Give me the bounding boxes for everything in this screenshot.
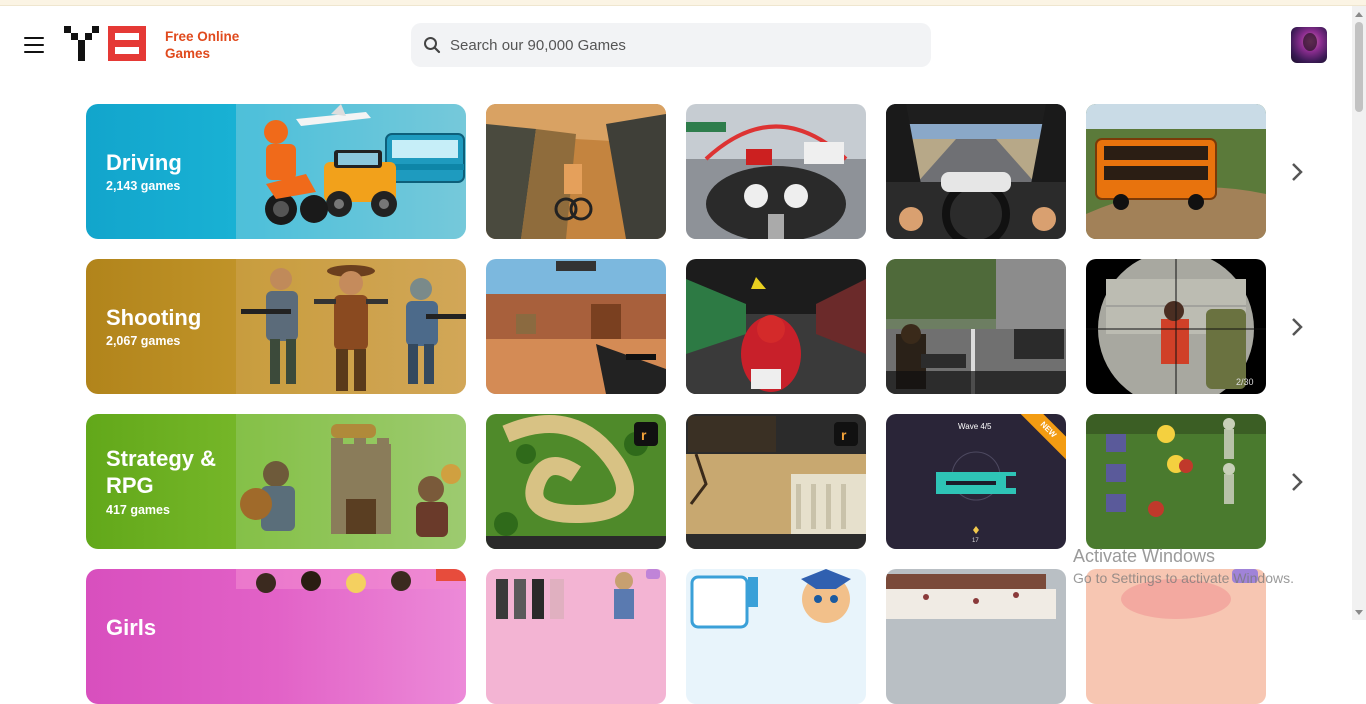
category-row-driving: Driving 2,143 games [86,104,1316,239]
category-card-driving[interactable]: Driving 2,143 games [86,104,466,239]
scroll-down-icon[interactable] [1355,610,1363,615]
game-thumbnail-bike-canyon[interactable] [486,104,666,239]
category-title: Driving [106,150,182,175]
brand-line-2: Games [165,46,211,61]
game-thumbnail-wardrobe[interactable] [486,569,666,704]
search-input[interactable] [450,23,920,67]
watermark-title: Activate Windows [1073,546,1216,566]
game-thumbnail-car-cockpit[interactable] [886,104,1066,239]
driving-category-illustration [236,104,466,239]
game-thumbnail-bus-offroad[interactable] [1086,104,1266,239]
wave-counter: Wave 4/5 [958,422,992,431]
game-thumbnail-fps-arena[interactable] [486,259,666,394]
site-logo[interactable] [64,26,148,62]
game-thumbnail-anime-dressup[interactable] [686,569,866,704]
strategy-category-illustration [236,414,466,549]
game-thumbnail-moto-highway[interactable] [686,104,866,239]
watermark-subtitle: Go to Settings to activate Windows. [1073,570,1294,586]
category-row-girls: Girls [86,569,1316,704]
category-count: 417 games [106,503,170,517]
game-thumbnail-moto-shooter[interactable] [686,259,866,394]
next-arrow-icon[interactable] [1287,160,1307,184]
svg-text:17: 17 [972,538,979,544]
search-icon [424,37,441,54]
category-count: 2,143 games [106,179,181,193]
category-title: Girls [106,615,157,640]
windows-activation-watermark: Activate Windows Go to Settings to activ… [1073,546,1294,586]
game-thumbnail-tower-defense[interactable]: r [486,414,666,549]
menu-icon[interactable] [24,37,44,53]
girls-category-illustration [236,569,466,593]
category-card-strategy[interactable]: Strategy & RPG 417 games [86,414,466,549]
category-count: 2,067 games [106,334,181,348]
game-thumbnail-plants-zombies[interactable] [1086,414,1266,549]
game-thumbnail-sniper-scope[interactable]: 2/30 [1086,259,1266,394]
game-thumbnail-wave-puzzle[interactable]: Wave 4/5 17 NEW [886,414,1066,549]
svg-text:r: r [641,427,647,443]
next-arrow-icon[interactable] [1287,315,1307,339]
category-card-girls[interactable]: Girls [86,569,466,704]
ammo-counter: 2/30 [1236,377,1254,387]
brand-line-1: Free Online [165,29,240,44]
search-bar[interactable] [411,23,931,67]
page-scrollbar[interactable] [1352,6,1366,620]
site-header: Free Online Games [0,6,1352,86]
game-thumbnail-cake-baking[interactable] [886,569,1066,704]
category-card-shooting[interactable]: Shooting 2,067 games [86,259,466,394]
shooting-category-illustration [236,259,466,394]
scroll-up-icon[interactable] [1355,12,1363,17]
game-thumbnail-city-shooter[interactable] [886,259,1066,394]
game-thumbnail-age-war[interactable]: r [686,414,866,549]
svg-text:r: r [841,427,847,443]
category-title: Shooting [106,305,202,330]
category-row-shooting: Shooting 2,067 games 2/30 [86,259,1316,394]
game-thumbnail-lips-makeover[interactable] [1086,569,1266,704]
category-row-strategy: Strategy & RPG 417 games r r Wave 4/5 17… [86,414,1316,549]
user-avatar[interactable] [1291,27,1327,63]
brand-name[interactable]: Free Online Games [165,28,239,62]
scroll-thumb[interactable] [1355,22,1363,112]
next-arrow-icon[interactable] [1287,470,1307,494]
category-title: Strategy & RPG [106,446,217,498]
